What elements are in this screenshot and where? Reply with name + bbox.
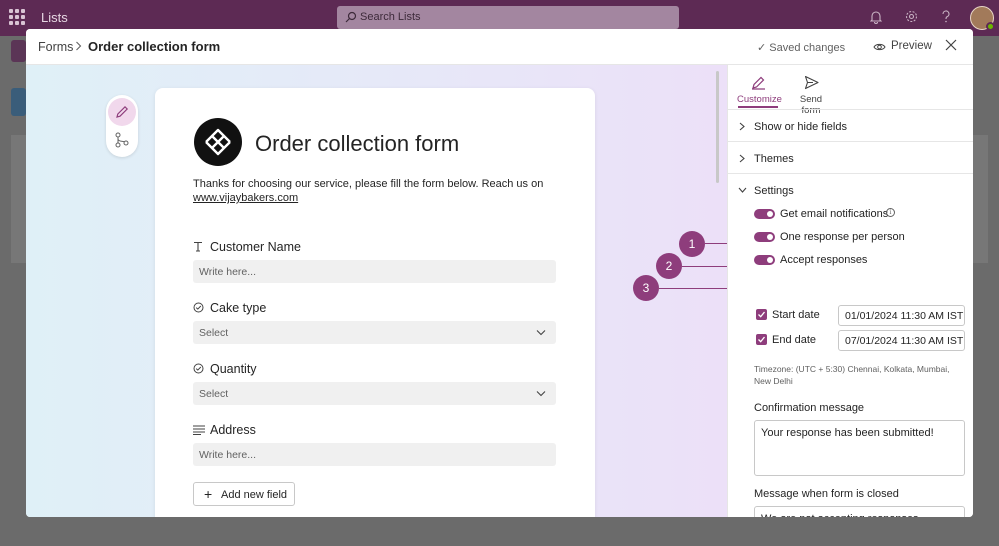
section-settings[interactable]: Settings	[728, 173, 973, 205]
plus-icon: +	[204, 486, 213, 502]
start-date-checkbox[interactable]	[756, 309, 767, 320]
section-label: Themes	[754, 153, 794, 165]
customize-icon	[751, 76, 765, 90]
multiline-type-icon	[193, 424, 205, 438]
end-date-checkbox[interactable]	[756, 334, 767, 345]
modal-header: Forms Order collection form ✓ Saved chan…	[26, 29, 973, 65]
form-card: Order collection form Thanks for choosin…	[155, 88, 595, 517]
preview-button[interactable]: Preview	[873, 40, 932, 52]
background-table-right	[973, 135, 988, 263]
select-placeholder: Select	[199, 388, 229, 400]
quantity-select[interactable]: Select	[193, 382, 556, 405]
app-name[interactable]: Lists	[41, 10, 68, 25]
choice-type-icon	[193, 363, 205, 377]
confirmation-message-label: Confirmation message	[754, 402, 865, 414]
question-cake-type[interactable]: Cake type	[193, 301, 266, 316]
section-label: Settings	[754, 185, 794, 197]
toggle-label: Accept responses	[780, 254, 868, 266]
section-themes[interactable]: Themes	[728, 141, 973, 173]
bell-icon[interactable]	[870, 10, 882, 24]
callout-2: 2	[656, 253, 682, 279]
toggle-label: Get email notifications	[780, 208, 889, 220]
chevron-down-icon	[536, 391, 546, 397]
customer-name-input[interactable]: Write here...	[193, 260, 556, 283]
chevron-right-icon	[739, 122, 745, 131]
gear-icon[interactable]	[905, 10, 918, 23]
input-placeholder: Write here...	[199, 449, 256, 461]
closed-message-label: Message when form is closed	[754, 488, 899, 500]
question-label: Cake type	[210, 301, 267, 315]
saved-status: ✓ Saved changes	[757, 42, 846, 54]
page-title: Order collection form	[88, 39, 221, 54]
add-field-label: Add new field	[221, 489, 288, 501]
end-date-input[interactable]: 07/01/2024 11:30 AM IST	[838, 330, 965, 351]
editor-toolbar	[106, 95, 138, 157]
eye-icon	[873, 43, 886, 51]
search-placeholder: Search Lists	[360, 11, 421, 23]
chevron-down-icon	[738, 187, 747, 193]
toggle-label: One response per person	[780, 231, 905, 243]
input-placeholder: Write here...	[199, 266, 256, 278]
question-customer-name[interactable]: Customer Name	[193, 240, 301, 255]
website-link[interactable]: www.vijaybakers.com	[193, 191, 553, 205]
chevron-right-icon	[76, 41, 82, 51]
close-icon[interactable]	[945, 39, 957, 51]
cake-type-select[interactable]: Select	[193, 321, 556, 344]
start-date-input[interactable]: 01/01/2024 11:30 AM IST	[838, 305, 965, 326]
active-tab-indicator	[738, 106, 778, 108]
settings-panel: Customize Send form Show or hide fields …	[727, 65, 973, 517]
search-icon	[345, 11, 357, 23]
form-title[interactable]: Order collection form	[255, 131, 459, 157]
one-response-toggle[interactable]	[754, 232, 775, 242]
timezone-text: Timezone: (UTC + 5:30) Chennai, Kolkata,…	[754, 364, 950, 386]
callout-3: 3	[633, 275, 659, 301]
bakery-logo	[194, 118, 242, 166]
pencil-icon	[116, 105, 129, 118]
branching-icon[interactable]	[115, 132, 129, 148]
breadcrumb-forms[interactable]: Forms	[38, 40, 73, 54]
select-placeholder: Select	[199, 327, 229, 339]
avatar[interactable]	[970, 6, 995, 31]
email-notifications-toggle[interactable]	[754, 209, 775, 219]
form-description-text: Thanks for choosing our service, please …	[193, 178, 544, 190]
text-type-icon	[193, 241, 205, 255]
form-editor-modal: Forms Order collection form ✓ Saved chan…	[26, 29, 973, 517]
confirmation-message-input[interactable]: Your response has been submitted!	[754, 420, 965, 476]
scrollbar[interactable]	[716, 71, 719, 183]
question-label: Quantity	[210, 362, 257, 376]
end-date-label: End date	[772, 334, 817, 346]
question-label: Address	[210, 423, 256, 437]
preview-label: Preview	[891, 40, 932, 52]
closed-message-input[interactable]: We are not accepting responses	[754, 506, 965, 517]
question-quantity[interactable]: Quantity	[193, 362, 257, 377]
form-description[interactable]: Thanks for choosing our service, please …	[193, 177, 553, 205]
help-icon[interactable]	[941, 10, 951, 24]
callout-1: 1	[679, 231, 705, 257]
section-show-hide-fields[interactable]: Show or hide fields	[728, 109, 973, 141]
search-input[interactable]: Search Lists	[337, 6, 679, 29]
tab-label: Customize	[737, 94, 782, 105]
tab-customize[interactable]: Customize	[737, 75, 782, 105]
choice-type-icon	[193, 302, 205, 316]
background-list-icon	[11, 88, 26, 116]
background-button	[11, 40, 26, 62]
info-icon[interactable]: i	[886, 208, 895, 217]
question-address[interactable]: Address	[193, 423, 256, 438]
accept-responses-toggle[interactable]	[754, 255, 775, 265]
presence-indicator	[986, 22, 995, 31]
background-table	[11, 135, 26, 263]
start-date-label: Start date	[772, 309, 820, 321]
question-label: Customer Name	[210, 240, 301, 254]
edit-button[interactable]	[108, 98, 136, 126]
chevron-right-icon	[739, 154, 745, 163]
send-icon	[804, 75, 819, 90]
chevron-down-icon	[536, 330, 546, 336]
address-input[interactable]: Write here...	[193, 443, 556, 466]
section-label: Show or hide fields	[754, 121, 847, 133]
form-canvas: Order collection form Thanks for choosin…	[26, 65, 748, 517]
add-new-field-button[interactable]: + Add new field	[193, 482, 295, 506]
app-launcher-icon[interactable]	[9, 9, 25, 25]
